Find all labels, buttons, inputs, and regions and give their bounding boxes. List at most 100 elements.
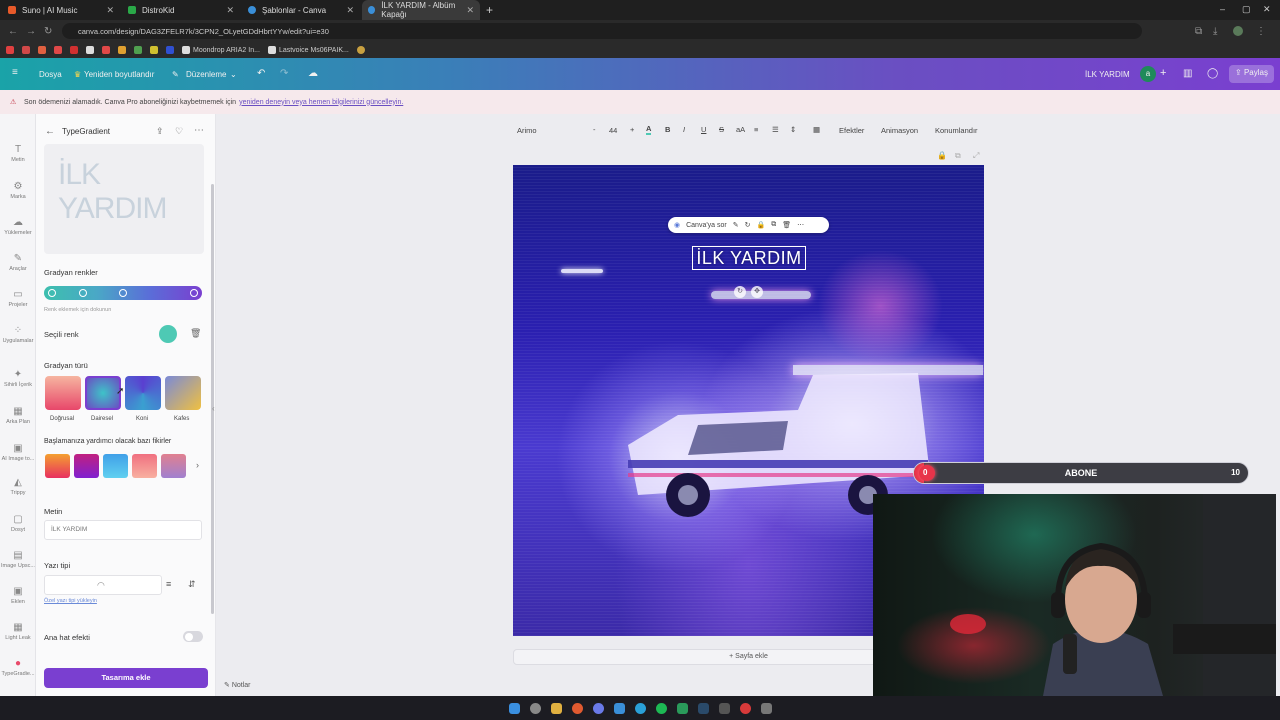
collapse-panel-icon[interactable]: ‹ <box>212 404 215 413</box>
case-icon[interactable]: aA <box>736 125 745 134</box>
browser-tab[interactable]: Şablonlar - Canva ✕ <box>242 0 360 20</box>
rail-brand[interactable]: ⚙ Marka <box>0 181 36 200</box>
new-tab-icon[interactable]: + <box>486 3 493 17</box>
gradient-type-mesh[interactable] <box>165 376 201 410</box>
gradient-bar[interactable] <box>44 286 202 300</box>
align-center-icon[interactable]: ≡ <box>166 579 171 589</box>
text-color-icon[interactable]: A <box>646 124 652 135</box>
close-tab-icon[interactable]: ✕ <box>466 5 474 16</box>
browser-tab-active[interactable]: İLK YARDIM - Albüm Kapağı ✕ <box>362 0 480 20</box>
outline-toggle[interactable] <box>183 631 203 642</box>
start-icon[interactable] <box>508 702 520 714</box>
bookmark-icon[interactable] <box>150 46 158 54</box>
panel-scrollbar[interactable] <box>211 184 214 614</box>
lock-icon[interactable]: 🔒 <box>757 221 766 229</box>
more-options-icon[interactable]: ⋯ <box>194 125 204 136</box>
analytics-icon[interactable]: ▥ <box>1183 68 1192 79</box>
browser-tab[interactable]: Suno | AI Music ✕ <box>2 0 120 20</box>
decrease-size-icon[interactable]: - <box>593 125 596 134</box>
bookmark-item[interactable]: Moondrop ARIA2 In... <box>182 46 260 54</box>
rail-text[interactable]: T Metin <box>0 144 36 163</box>
ask-canva-button[interactable]: Canva'ya sor <box>686 222 727 229</box>
rail-app[interactable]: ▢ Dosyt <box>0 514 36 533</box>
animate-button[interactable]: Animasyon <box>881 126 918 135</box>
bookmark-icon[interactable] <box>6 46 14 54</box>
discord-icon[interactable] <box>592 702 604 714</box>
duplicate-page-icon[interactable]: ⧉ <box>955 151 961 161</box>
edit-mode-button[interactable]: Düzenleme <box>186 70 226 79</box>
add-to-design-button[interactable]: Tasarıma ekle <box>44 668 208 688</box>
file-explorer-icon[interactable] <box>550 702 562 714</box>
rail-magic[interactable]: ✦ Sihirli İçerik <box>0 369 36 388</box>
move-handle-icon[interactable]: ✥ <box>751 286 763 298</box>
rotate-icon[interactable]: ↻ <box>745 221 751 229</box>
bookmark-icon[interactable] <box>166 46 174 54</box>
rail-tools[interactable]: ✎ Araçlar <box>0 253 36 272</box>
position-button[interactable]: Konumlandır <box>935 126 978 135</box>
download-icon[interactable]: ⤓ <box>1213 26 1217 37</box>
bookmark-icon[interactable] <box>356 46 365 54</box>
bookmark-icon[interactable] <box>102 46 110 54</box>
close-tab-icon[interactable]: ✕ <box>106 5 114 16</box>
color-stop-handle[interactable] <box>190 289 198 297</box>
italic-icon[interactable]: I <box>683 125 685 134</box>
minimize-icon[interactable]: – <box>1220 4 1225 14</box>
app-icon[interactable] <box>718 702 730 714</box>
preset-swatch[interactable] <box>161 454 186 478</box>
more-options-icon[interactable]: ⋯ <box>797 221 804 229</box>
rail-projects[interactable]: ▭ Projeler <box>0 289 36 308</box>
rail-uploads[interactable]: ☁ Yüklemeler <box>0 217 36 236</box>
user-avatar[interactable]: a <box>1140 66 1156 82</box>
color-stop-handle[interactable] <box>48 289 56 297</box>
list-icon[interactable]: ☰ <box>772 125 779 134</box>
app-icon[interactable] <box>760 702 772 714</box>
browser-tab[interactable]: DistroKid ✕ <box>122 0 240 20</box>
chevron-right-icon[interactable]: › <box>196 460 199 470</box>
project-title[interactable]: İLK YARDIM <box>1085 70 1130 79</box>
feedback-icon[interactable]: ♡ <box>175 126 183 137</box>
bookmark-item[interactable]: Lastvoice Ms06PAIK... <box>267 46 349 54</box>
forward-icon[interactable]: → <box>26 26 36 37</box>
bookmark-icon[interactable] <box>118 46 126 54</box>
search-icon[interactable] <box>529 702 541 714</box>
chevron-down-icon[interactable]: ⌄ <box>230 70 237 79</box>
rail-upscaler[interactable]: ▤ Image Upsc... <box>0 550 36 569</box>
preset-swatch[interactable] <box>103 454 128 478</box>
rail-trippy[interactable]: ◭ Trippy <box>0 477 36 496</box>
rail-background[interactable]: ▦ Arka Plan <box>0 406 36 425</box>
text-input[interactable]: İLK YARDIM <box>44 520 202 540</box>
preset-swatch[interactable] <box>45 454 70 478</box>
telegram-icon[interactable] <box>634 702 646 714</box>
bookmark-icon[interactable] <box>22 46 30 54</box>
reload-icon[interactable]: ↻ <box>44 26 52 37</box>
preset-swatch[interactable] <box>74 454 99 478</box>
transparency-icon[interactable]: ▦ <box>813 125 820 134</box>
steam-icon[interactable] <box>697 702 709 714</box>
increase-size-icon[interactable]: + <box>630 125 634 134</box>
align-icon[interactable]: ≡ <box>754 125 758 134</box>
font-size-input[interactable]: 44 <box>609 126 617 135</box>
bookmark-icon[interactable] <box>38 46 46 54</box>
bookmark-icon[interactable] <box>70 46 78 54</box>
close-tab-icon[interactable]: ✕ <box>226 5 234 16</box>
rail-light-leak[interactable]: ▦ Light Leak <box>0 622 36 641</box>
gradient-type-linear[interactable] <box>45 376 81 410</box>
maximize-icon[interactable]: ▢ <box>1242 4 1251 15</box>
spacing-icon[interactable]: ⇵ <box>188 579 196 590</box>
extensions-icon[interactable]: ⧉ <box>1195 26 1202 37</box>
bold-icon[interactable]: B <box>665 125 670 134</box>
file-menu[interactable]: Dosya <box>39 70 62 79</box>
rail-app[interactable]: ▣ Eklen <box>0 586 36 605</box>
app-icon[interactable] <box>613 702 625 714</box>
color-stop-handle[interactable] <box>119 289 127 297</box>
gradient-type-conic[interactable] <box>125 376 161 410</box>
bookmark-icon[interactable] <box>134 46 142 54</box>
trash-icon[interactable]: 🗑 <box>190 328 201 339</box>
undo-icon[interactable]: ↶ <box>257 68 265 79</box>
share-icon[interactable]: ⇪ <box>156 126 164 137</box>
lock-icon[interactable]: 🔒 <box>937 151 947 160</box>
app-icon[interactable] <box>739 702 751 714</box>
color-stop-handle[interactable] <box>79 289 87 297</box>
rail-typegradient[interactable]: ● TypeGradie... <box>0 658 36 677</box>
browser-menu-icon[interactable]: ⋮ <box>1256 26 1266 37</box>
